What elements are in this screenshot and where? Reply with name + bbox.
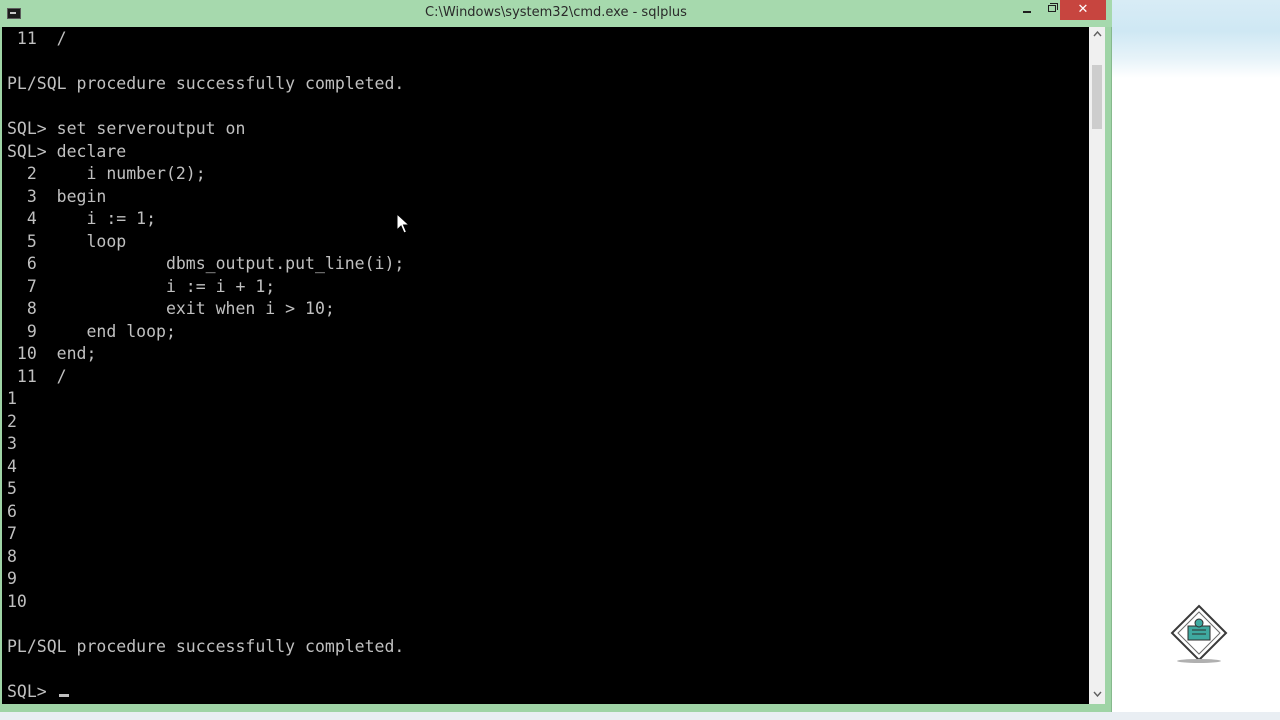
scroll-up-button[interactable]: [1089, 27, 1105, 44]
console-line: 9 end loop;: [7, 321, 176, 341]
console-line: 3: [7, 434, 17, 453]
scroll-down-button[interactable]: [1089, 687, 1105, 704]
minimize-icon: [1023, 11, 1031, 13]
window-title: C:\Windows\system32\cmd.exe - sqlplus: [425, 5, 687, 20]
console-line: 6 dbms_output.put_line(i);: [7, 254, 405, 273]
restore-icon: [1048, 5, 1056, 12]
text-cursor: [58, 693, 69, 697]
cmd-window: C:\Windows\system32\cmd.exe - sqlplus ✕ …: [0, 0, 1112, 712]
console-line: 10: [7, 591, 27, 611]
chevron-up-icon: [1092, 30, 1102, 37]
minimize-button[interactable]: [1014, 0, 1040, 20]
brand-logo-icon: [1170, 604, 1228, 663]
console-line: 6: [7, 501, 17, 521]
console-line: SQL> set serveroutput on: [7, 119, 246, 138]
console-line: 9: [7, 569, 17, 588]
mouse-pointer-icon: [396, 213, 410, 234]
title-bar[interactable]: C:\Windows\system32\cmd.exe - sqlplus ✕: [0, 0, 1112, 27]
console-line: SQL>: [7, 681, 404, 704]
console-line: PL/SQL procedure successfully completed.: [7, 636, 405, 656]
console-line: SQL> declare: [7, 141, 127, 161]
console-line: 3 begin: [7, 186, 107, 206]
console-line: 7: [7, 524, 17, 543]
console-line: 10 end;: [7, 344, 97, 363]
console-line: 2 i number(2);: [7, 164, 206, 183]
close-button[interactable]: ✕: [1060, 0, 1106, 20]
console-line: 11 /: [7, 366, 67, 386]
console-line: PL/SQL procedure successfully completed.: [7, 74, 405, 93]
scroll-thumb[interactable]: [1092, 65, 1102, 129]
console-lines: 11 / PL/SQL procedure successfully comple…: [7, 28, 404, 703]
console-line: 5 loop: [7, 231, 127, 251]
console-line: 4: [7, 456, 17, 476]
console-line: 1: [7, 389, 17, 408]
vertical-scrollbar[interactable]: [1089, 27, 1105, 704]
close-icon: ✕: [1077, 2, 1089, 17]
console-line: 5: [7, 479, 17, 498]
console-output[interactable]: 11 / PL/SQL procedure successfully comple…: [2, 27, 1089, 704]
console-line: 7 i := i + 1;: [7, 276, 276, 296]
console-line: 8 exit when i > 10;: [7, 299, 335, 318]
console-line: 11 /: [7, 29, 67, 48]
desktop-sky: [1112, 0, 1280, 78]
console-line: 4 i := 1;: [7, 209, 157, 228]
chevron-down-icon: [1092, 691, 1102, 698]
console-line: 2: [7, 411, 17, 431]
console-line: 8: [7, 546, 17, 566]
taskbar-strip: [0, 712, 1280, 720]
